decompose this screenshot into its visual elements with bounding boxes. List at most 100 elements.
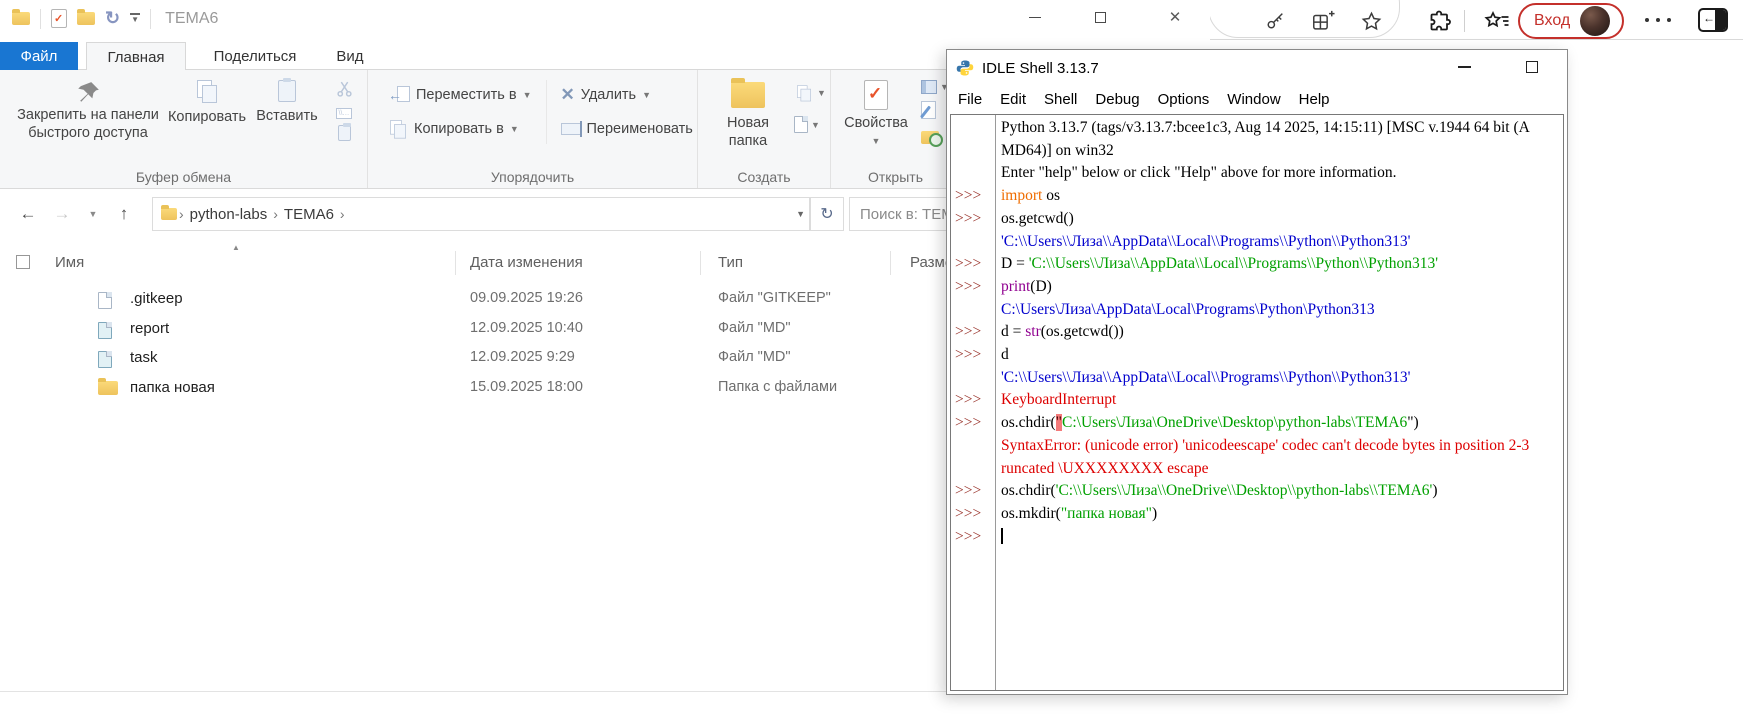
easy-access-button[interactable]: ▼ xyxy=(794,82,826,104)
open-icon xyxy=(921,80,937,94)
pin-quick-access-button[interactable]: Закрепить на панели быстрого доступа xyxy=(12,70,164,142)
sidebar-toggle-icon[interactable]: ← xyxy=(1698,8,1728,32)
console-line: runcated \UXXXXXXXX escape xyxy=(951,458,1563,481)
toolbar-separator xyxy=(1464,10,1465,32)
extensions-puzzle-icon[interactable] xyxy=(1428,8,1454,34)
properties-caret: ▼ xyxy=(872,132,881,150)
shell-prompt: >>> xyxy=(951,185,995,208)
shell-prompt: >>> xyxy=(951,412,995,435)
breadcrumb-python-labs[interactable]: python-labs xyxy=(186,206,272,223)
shell-prompt: >>> xyxy=(951,276,995,299)
idle-menubar: FileEditShellDebugOptionsWindowHelp xyxy=(949,86,1567,112)
console-line: >>>import os xyxy=(951,185,1563,208)
copy-path-button[interactable]: \\… xyxy=(336,108,352,119)
copy-button[interactable]: Копировать xyxy=(164,70,250,142)
qat-customize-icon[interactable]: ▼ xyxy=(130,13,140,24)
edit-button[interactable] xyxy=(921,101,949,124)
shell-console[interactable]: Python 3.13.7 (tags/v3.13.7:bcee1c3, Aug… xyxy=(950,114,1564,691)
idle-minimize-button[interactable] xyxy=(1445,52,1483,82)
ribbon-group-clipboard: Закрепить на панели быстрого доступа Коп… xyxy=(0,70,368,188)
paste-icon xyxy=(278,80,296,102)
move-to-button[interactable]: ← Переместить в ▼ xyxy=(388,80,532,110)
console-line: >>>d = str(os.getcwd()) xyxy=(951,321,1563,344)
console-text-segment: d = xyxy=(1001,323,1025,340)
address-bar[interactable]: › python-labs › TEMA6 › ▼ xyxy=(152,197,810,231)
new-item-button[interactable]: ▼ xyxy=(794,116,826,133)
qat-properties-icon[interactable]: ✓ xyxy=(51,9,67,28)
new-item-icon xyxy=(794,116,808,133)
menu-options[interactable]: Options xyxy=(1149,91,1219,108)
shell-prompt: >>> xyxy=(951,344,995,367)
file-date: 12.09.2025 10:40 xyxy=(470,320,583,336)
menu-file[interactable]: File xyxy=(949,91,991,108)
more-menu-icon[interactable] xyxy=(1645,18,1671,22)
copy-to-button[interactable]: Копировать в ▼ xyxy=(388,114,532,144)
refresh-icon[interactable]: ↻ xyxy=(810,197,844,231)
ribbon-group-create: Новая папка ▼ ▼ Создать xyxy=(698,70,831,188)
prompt-separator xyxy=(995,115,996,690)
explorer-close-button[interactable]: ✕ xyxy=(1152,2,1198,32)
menu-edit[interactable]: Edit xyxy=(991,91,1035,108)
menu-window[interactable]: Window xyxy=(1218,91,1289,108)
back-arrow-icon[interactable]: ← xyxy=(14,197,42,231)
menu-shell[interactable]: Shell xyxy=(1035,91,1086,108)
console-text-segment: os.chdir( xyxy=(1001,482,1056,499)
tab-share[interactable]: Поделиться xyxy=(200,42,310,70)
console-text-segment: C:\Users\Лиза\AppData\Local\Programs\Pyt… xyxy=(1001,301,1375,318)
tab-home[interactable]: Главная xyxy=(86,42,186,71)
shell-prompt: >>> xyxy=(951,321,995,344)
console-line: 'C:\\Users\\Лиза\\AppData\\Local\\Progra… xyxy=(951,367,1563,390)
paste-shortcut-button[interactable] xyxy=(338,125,351,141)
open-button[interactable]: ▼ xyxy=(921,80,949,94)
password-key-icon[interactable] xyxy=(1262,8,1288,34)
column-header-name[interactable]: Имя xyxy=(55,254,84,271)
delete-icon: ✕ xyxy=(561,85,575,105)
console-text-segment: D = xyxy=(1001,255,1029,272)
breadcrumb-chevron[interactable]: › xyxy=(338,206,347,222)
forward-arrow-icon[interactable]: → xyxy=(48,197,76,231)
console-text-segment: os xyxy=(1042,187,1060,204)
new-folder-button[interactable]: Новая папка xyxy=(712,78,784,150)
select-all-checkbox[interactable] xyxy=(16,255,30,269)
file-icon xyxy=(98,322,112,339)
column-header-date[interactable]: Дата изменения xyxy=(470,254,583,271)
shell-prompt: >>> xyxy=(951,526,995,549)
console-text-segment: str xyxy=(1025,323,1041,340)
copy-icon xyxy=(197,80,217,102)
group-label-clipboard: Буфер обмена xyxy=(0,169,367,185)
collections-icon[interactable] xyxy=(1310,8,1336,34)
qat-redo-icon[interactable]: ↻ xyxy=(105,8,120,29)
explorer-maximize-button[interactable] xyxy=(1077,2,1123,32)
up-arrow-icon[interactable]: ↑ xyxy=(110,197,138,231)
breadcrumb-chevron[interactable]: › xyxy=(271,206,280,222)
console-text-segment: "папка новая" xyxy=(1061,505,1152,522)
explorer-minimize-button[interactable] xyxy=(1012,2,1058,32)
console-text: print(D) xyxy=(995,276,1052,299)
tab-file[interactable]: Файл xyxy=(0,42,78,70)
history-dropdown-icon[interactable]: ▼ xyxy=(82,197,104,231)
rename-button[interactable]: Переименовать xyxy=(561,114,693,144)
address-dropdown-icon[interactable]: ▼ xyxy=(796,209,805,219)
delete-button[interactable]: ✕ Удалить ▼ xyxy=(561,80,693,110)
profile-avatar[interactable] xyxy=(1580,6,1610,36)
signin-button[interactable]: Вход xyxy=(1518,3,1624,39)
tab-view[interactable]: Вид xyxy=(318,42,382,70)
cut-button[interactable] xyxy=(336,80,353,102)
favorites-star-icon[interactable] xyxy=(1358,8,1384,34)
paste-button[interactable]: Вставить xyxy=(250,70,324,142)
menu-debug[interactable]: Debug xyxy=(1086,91,1148,108)
breadcrumb-chevron[interactable]: › xyxy=(177,206,186,222)
console-text-segment: Python 3.13.7 (tags/v3.13.7:bcee1c3, Aug… xyxy=(1001,119,1530,136)
console-text-segment: os.mkdir( xyxy=(1001,505,1061,522)
properties-button[interactable]: ✓ Свойства ▼ xyxy=(843,78,909,150)
menu-help[interactable]: Help xyxy=(1290,91,1339,108)
shell-prompt xyxy=(951,231,995,254)
qat-new-folder-icon[interactable] xyxy=(77,12,95,25)
history-button[interactable] xyxy=(921,131,949,149)
console-text-segment: SyntaxError: (unicode error) 'unicodeesc… xyxy=(1001,437,1529,454)
breadcrumb-tema6[interactable]: TEMA6 xyxy=(280,206,338,223)
column-header-type[interactable]: Тип xyxy=(718,254,743,271)
idle-maximize-button[interactable] xyxy=(1513,52,1551,82)
favorites-bar-icon[interactable] xyxy=(1484,8,1510,34)
file-type: Файл "MD" xyxy=(718,349,791,365)
